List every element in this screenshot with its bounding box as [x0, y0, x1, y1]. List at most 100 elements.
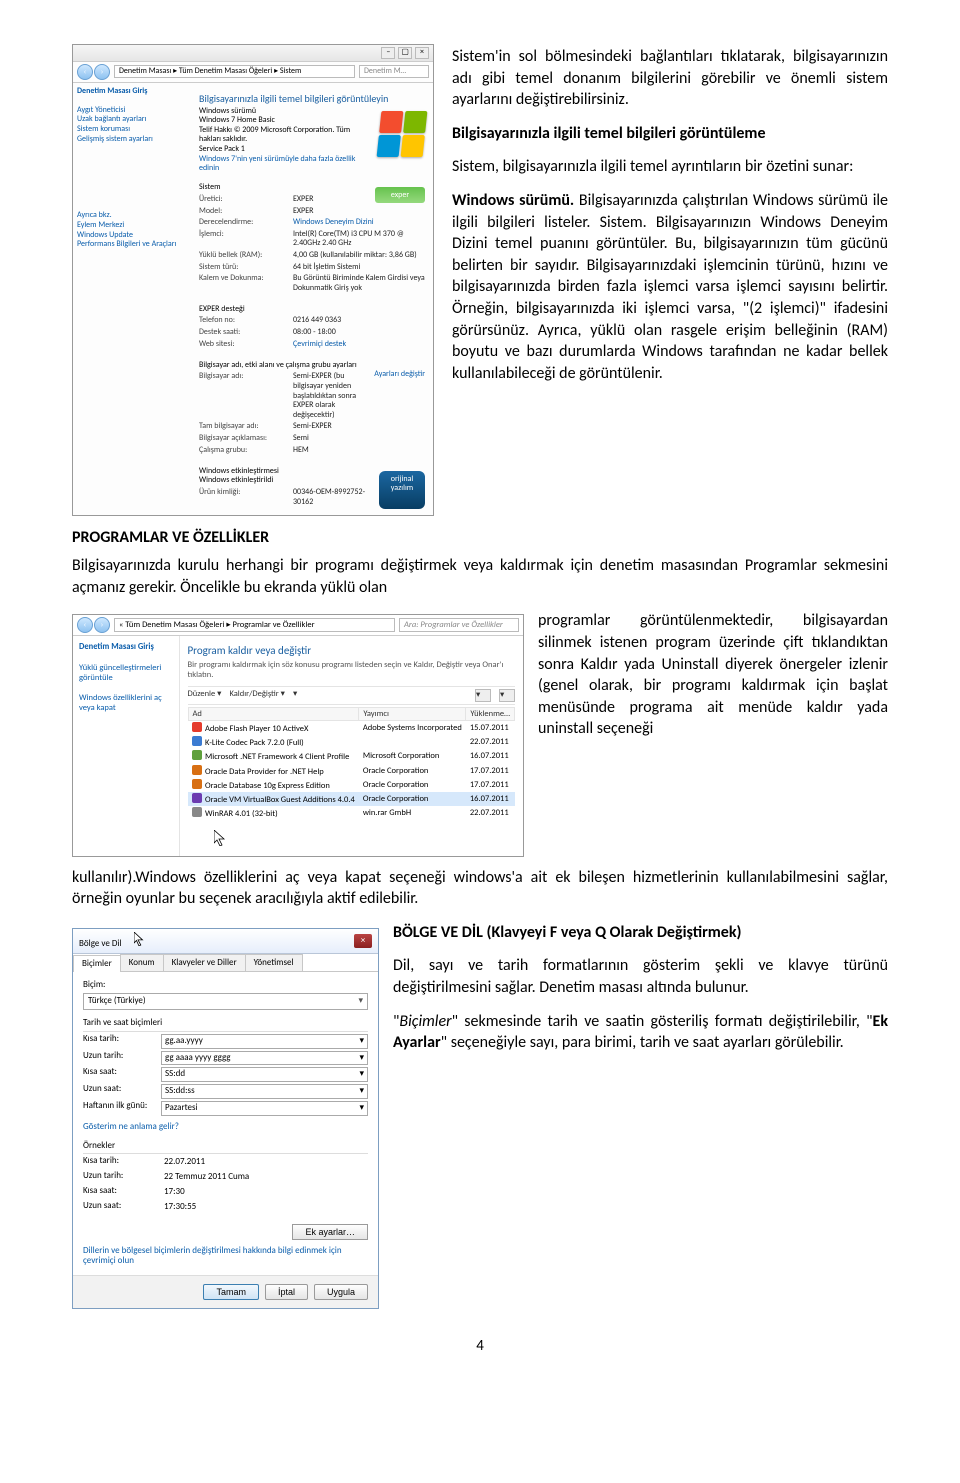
genuine-stamp-icon: orijinalyazılım: [379, 471, 425, 509]
table-row[interactable]: Microsoft .NET Framework 4 Client Profil…: [188, 749, 515, 763]
sidebar-link[interactable]: Yüklü güncelleştirmeleri görüntüle: [79, 663, 161, 683]
sidebar-link[interactable]: Sistem koruması: [77, 124, 130, 134]
sidebar-link[interactable]: Performans Bilgileri ve Araçları: [77, 239, 176, 249]
tab-formats[interactable]: Biçimler: [73, 955, 121, 973]
search-input[interactable]: Ara: Programlar ve Özellikler: [399, 618, 519, 632]
back-icon[interactable]: ‹: [77, 617, 93, 633]
maximize-button[interactable]: ▢: [398, 47, 412, 59]
back-icon[interactable]: ‹: [77, 64, 93, 80]
breadcrumb[interactable]: « Tüm Denetim Masası Öğeleri ▸ Programla…: [114, 618, 395, 632]
what-notation-link[interactable]: Gösterim ne anlama gelir?: [83, 1122, 368, 1133]
sidebar: Denetim Masası Giriş Aygıt Yöneticisi Uz…: [73, 83, 191, 516]
more-features-link[interactable]: Windows 7'nin yeni sürümüyle daha fazla …: [199, 155, 425, 174]
value: 4,00 GB (kullanılabilir miktar: 3,86 GB): [293, 251, 425, 261]
value: Bu Görüntü Biriminde Kalem Girdisi veya …: [293, 274, 425, 293]
table-row[interactable]: Oracle VM VirtualBox Guest Additions 4.0…: [188, 792, 515, 806]
tab-keyboards[interactable]: Klavyeler ve Diller: [163, 954, 246, 972]
label: Sistem türü:: [199, 263, 289, 273]
change-settings-link[interactable]: Ayarları değiştir: [374, 370, 425, 380]
system-properties-screenshot: – ▢ × ‹› Denetim Masası ▸ Tüm Denetim Ma…: [72, 44, 434, 516]
app-icon: [192, 779, 202, 789]
forward-icon[interactable]: ›: [94, 617, 110, 633]
sidebar-link[interactable]: Windows özelliklerini aç veya kapat: [79, 693, 162, 713]
label: Yüklü bellek (RAM):: [199, 251, 289, 261]
apply-button[interactable]: Uygula: [314, 1284, 368, 1300]
value: 22.07.2011: [161, 1156, 368, 1169]
minimize-button[interactable]: –: [381, 47, 395, 59]
tab-admin[interactable]: Yönetimsel: [245, 954, 303, 972]
windows-logo-icon: [377, 111, 428, 157]
value: Intel(R) Core(TM) i3 CPU M 370 @ 2.40GHz…: [293, 230, 425, 249]
value: HEM: [293, 446, 425, 456]
tab-strip: Biçimler Konum Klavyeler ve Diller Yönet…: [73, 954, 378, 973]
sidebar-link[interactable]: Uzak bağlantı ayarları: [77, 114, 146, 124]
app-icon: [192, 722, 202, 732]
online-help-link[interactable]: Dillerin ve bölgesel biçimlerin değiştir…: [83, 1246, 368, 1268]
table-row[interactable]: K-Lite Codec Pack 7.2.0 (Full)22.07.2011: [188, 735, 515, 749]
body-text: kullanılır).Windows özelliklerini aç vey…: [72, 867, 888, 910]
format-combo[interactable]: Türkçe (Türkiye): [83, 993, 368, 1010]
toolbar: Düzenle Kaldır/Değiştir: [188, 686, 516, 705]
nav-buttons[interactable]: ‹›: [77, 617, 110, 633]
dialog-title: Bölge ve Dil: [79, 938, 122, 949]
column-header[interactable]: Ad: [188, 707, 359, 720]
label: Uzun saat:: [83, 1201, 161, 1214]
window-titlebar: – ▢ ×: [73, 45, 433, 62]
region-language-screenshot: Bölge ve Dil × Biçimler Konum Klavyeler …: [72, 928, 379, 1309]
label: İşlemci:: [199, 230, 289, 249]
programs-features-screenshot: ‹› « Tüm Denetim Masası Öğeleri ▸ Progra…: [72, 614, 524, 856]
help-icon[interactable]: [499, 689, 515, 702]
organize-button[interactable]: Düzenle: [188, 689, 222, 702]
close-button[interactable]: ×: [354, 934, 372, 948]
search-input[interactable]: Denetim M…: [359, 65, 429, 79]
page-number: 4: [72, 1337, 888, 1355]
support-link[interactable]: Çevrimiçi destek: [293, 340, 425, 350]
value: 0216 449 0363: [293, 316, 425, 326]
window-controls: – ▢ ×: [380, 47, 429, 59]
label: Bilgisayar açıklaması:: [199, 434, 289, 444]
table-row[interactable]: Oracle Data Provider for .NET HelpOracle…: [188, 764, 515, 778]
sidebar-link[interactable]: Aygıt Yöneticisi: [77, 105, 125, 115]
first-day-combo[interactable]: Pazartesi▾: [161, 1101, 368, 1116]
long-time-combo[interactable]: SS:dd:ss▾: [161, 1084, 368, 1099]
forward-icon[interactable]: ›: [94, 64, 110, 80]
short-date-combo[interactable]: gg.aa.yyyy▾: [161, 1034, 368, 1049]
table-row[interactable]: WinRAR 4.01 (32-bit)win.rar GmbH22.07.20…: [188, 806, 515, 820]
uninstall-change-button[interactable]: Kaldır/Değiştir: [229, 689, 285, 702]
table-row[interactable]: Oracle Database 10g Express EditionOracl…: [188, 778, 515, 792]
label: Kalem ve Dokunma:: [199, 274, 289, 293]
additional-settings-button[interactable]: Ek ayarlar…: [292, 1224, 368, 1240]
value: Semi-EXPER: [293, 422, 425, 432]
system-main-panel: Bilgisayarınızla ilgili temel bilgileri …: [191, 83, 433, 516]
cancel-button[interactable]: İptal: [265, 1284, 308, 1300]
long-date-combo[interactable]: gg aaaa yyyy gggg▾: [161, 1051, 368, 1066]
breadcrumb[interactable]: Denetim Masası ▸ Tüm Denetim Masası Öğel…: [114, 65, 355, 79]
section-heading: BÖLGE VE DİL (Klavyeyi F veya Q Olarak D…: [393, 923, 742, 942]
view-options-icon[interactable]: [475, 689, 491, 702]
value: EXPER: [293, 207, 375, 217]
table-row[interactable]: Adobe Flash Player 10 ActiveXAdobe Syste…: [188, 721, 515, 736]
column-header[interactable]: Yayımcı: [359, 707, 466, 720]
label: Kısa saat:: [83, 1186, 161, 1199]
sidebar-link[interactable]: Gelişmiş sistem ayarları: [77, 134, 153, 144]
tab-location[interactable]: Konum: [120, 954, 164, 972]
label: Biçim:: [83, 980, 368, 991]
value: 00346-OEM-8992752-30162: [293, 488, 379, 507]
column-header[interactable]: Yüklenme…: [466, 707, 515, 720]
cursor-icon: [134, 932, 144, 946]
nav-buttons[interactable]: ‹›: [77, 64, 110, 80]
short-time-combo[interactable]: SS:dd▾: [161, 1067, 368, 1082]
label: Tam bilgisayar adı:: [199, 422, 289, 432]
close-button[interactable]: ×: [415, 47, 429, 59]
section-heading: EXPER desteği: [199, 305, 425, 315]
experience-index-link[interactable]: Windows Deneyim Dizini: [293, 218, 425, 228]
ok-button[interactable]: Tamam: [203, 1284, 259, 1300]
section-heading: Örnekler: [83, 1141, 368, 1152]
programs-table[interactable]: Ad Yayımcı Yüklenme… Adobe Flash Player …: [188, 707, 516, 821]
sidebar-link[interactable]: Eylem Merkezi: [77, 220, 124, 230]
sidebar-link[interactable]: Windows Update: [77, 230, 133, 240]
label: Bilgisayar adı:: [199, 372, 289, 420]
label: Derecelendirme:: [199, 218, 289, 228]
sidebar-title: Denetim Masası Giriş: [77, 86, 147, 96]
label: Kısa tarih:: [83, 1156, 161, 1169]
